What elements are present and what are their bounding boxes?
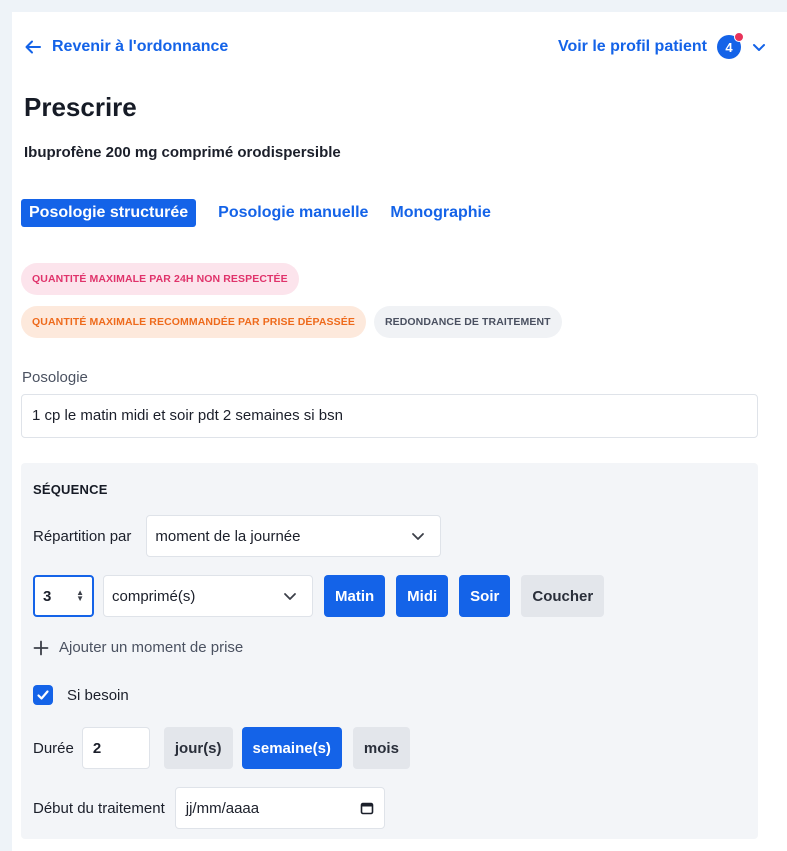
dose-row: 3 ▲ ▼ comprimé(s) Matin Midi Soir Coucher — [33, 575, 605, 617]
duree-input[interactable]: 2 — [81, 727, 150, 769]
posologie-input[interactable]: 1 cp le matin midi et soir pdt 2 semaine… — [21, 394, 758, 438]
add-moment-button[interactable]: Ajouter un moment de prise — [33, 639, 243, 656]
moment-midi-button[interactable]: Midi — [396, 575, 449, 617]
moment-coucher-button[interactable]: Coucher — [521, 575, 605, 617]
alert-max-per-dose: QUANTITÉ MAXIMALE RECOMMANDÉE PAR PRISE … — [21, 306, 366, 338]
top-bar: Revenir à l'ordonnance Voir le profil pa… — [24, 32, 767, 62]
sequence-title: SÉQUENCE — [33, 482, 108, 497]
unit-mois-button[interactable]: mois — [352, 727, 410, 769]
back-link-label: Revenir à l'ordonnance — [52, 38, 229, 55]
moment-matin-button[interactable]: Matin — [324, 575, 386, 617]
moment-soir-button[interactable]: Soir — [459, 575, 511, 617]
add-moment-label: Ajouter un moment de prise — [59, 639, 244, 656]
duree-row: Durée 2 jour(s) semaine(s) mois — [33, 727, 410, 769]
unit-value: comprimé(s) — [112, 587, 196, 605]
posology-tabs: Posologie structurée Posologie manuelle … — [21, 199, 491, 227]
chevron-down-icon — [284, 593, 296, 600]
patient-profile-toggle[interactable]: Voir le profil patient 4 — [557, 32, 767, 59]
alert-max-24h: QUANTITÉ MAXIMALE PAR 24H NON RESPECTÉE — [21, 263, 299, 295]
debut-row: Début du traitement jj/mm/aaaa — [33, 787, 385, 829]
stepper-arrows-icon[interactable]: ▲ ▼ — [76, 589, 84, 603]
notification-badge: 4 — [717, 32, 744, 59]
page-title: Prescrire — [24, 92, 137, 122]
unit-semaines-button[interactable]: semaine(s) — [241, 727, 342, 769]
repartition-select[interactable]: moment de la journée — [146, 515, 442, 557]
back-to-prescription-link[interactable]: Revenir à l'ordonnance — [24, 38, 228, 56]
repartition-row: Répartition par moment de la journée — [33, 515, 442, 557]
notification-dot — [734, 32, 744, 42]
tab-monographie[interactable]: Monographie — [390, 199, 490, 227]
tab-posologie-manuelle[interactable]: Posologie manuelle — [218, 199, 368, 227]
debut-date-input[interactable]: jj/mm/aaaa — [174, 787, 385, 829]
chevron-down-icon[interactable] — [751, 39, 767, 55]
chevron-down-icon — [412, 533, 425, 540]
tab-posologie-structuree[interactable]: Posologie structurée — [21, 199, 197, 227]
quantity-stepper[interactable]: 3 ▲ ▼ — [33, 575, 94, 617]
debut-label: Début du traitement — [33, 799, 165, 817]
date-placeholder: jj/mm/aaaa — [185, 799, 260, 817]
si-besoin-checkbox[interactable] — [33, 685, 53, 705]
alert-row-1: QUANTITÉ MAXIMALE PAR 24H NON RESPECTÉE — [21, 263, 299, 295]
si-besoin-label: Si besoin — [67, 686, 129, 704]
check-icon — [37, 690, 49, 700]
calendar-icon[interactable] — [360, 801, 374, 815]
patient-profile-label: Voir le profil patient — [557, 38, 707, 55]
arrow-left-icon — [25, 40, 41, 54]
sequence-section: SÉQUENCE Répartition par moment de la jo… — [21, 463, 758, 839]
quantity-value: 3 — [43, 587, 52, 605]
unit-jours-button[interactable]: jour(s) — [163, 727, 233, 769]
repartition-label: Répartition par — [33, 527, 132, 545]
si-besoin-row: Si besoin — [33, 685, 129, 705]
drug-name: Ibuprofène 200 mg comprimé orodispersibl… — [24, 144, 341, 161]
repartition-value: moment de la journée — [155, 527, 301, 545]
unit-select[interactable]: comprimé(s) — [103, 575, 313, 617]
duree-label: Durée — [33, 739, 74, 757]
posologie-label: Posologie — [22, 369, 88, 386]
alert-redondance: REDONDANCE DE TRAITEMENT — [373, 306, 562, 338]
plus-icon — [33, 640, 49, 655]
alert-row-2: QUANTITÉ MAXIMALE RECOMMANDÉE PAR PRISE … — [21, 306, 562, 338]
add-moment-row: Ajouter un moment de prise — [33, 639, 243, 656]
